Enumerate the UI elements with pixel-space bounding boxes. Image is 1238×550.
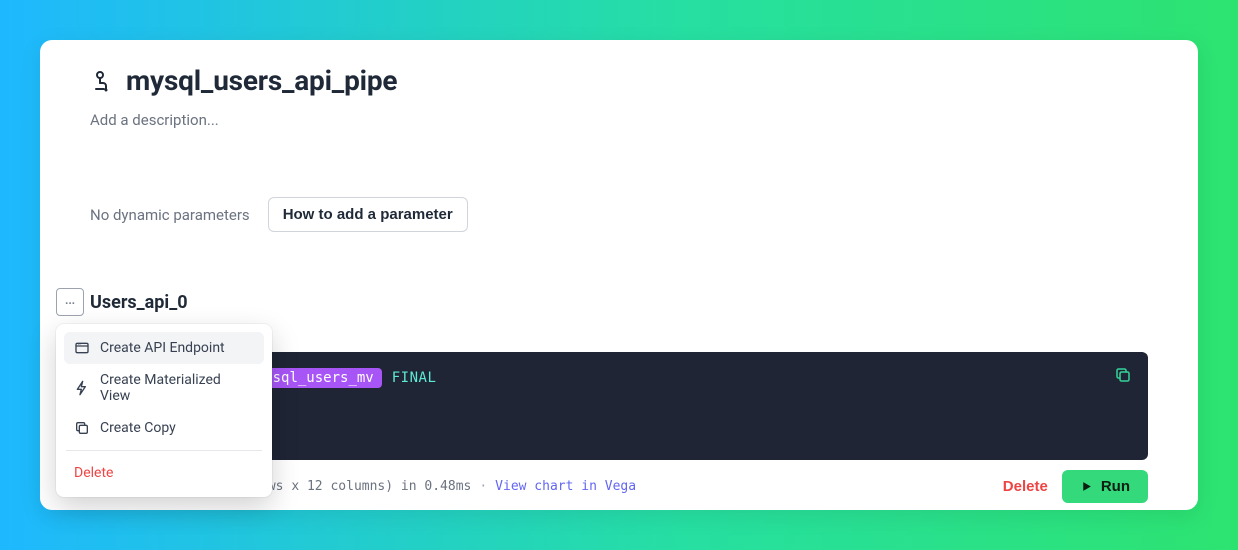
menu-create-copy[interactable]: Create Copy <box>64 412 264 444</box>
menu-item-label: Create API Endpoint <box>100 340 225 356</box>
menu-create-api-endpoint[interactable]: Create API Endpoint <box>64 332 264 364</box>
menu-separator <box>66 450 262 451</box>
sql-table-name: mysql_users_mv <box>256 370 374 386</box>
sql-keyword-final: FINAL <box>392 370 437 386</box>
menu-item-label: Create Materialized View <box>100 372 254 404</box>
no-params-text: No dynamic parameters <box>90 206 250 224</box>
lightning-icon <box>74 380 90 396</box>
browser-icon <box>74 340 90 356</box>
copy-icon <box>74 420 90 436</box>
description-input[interactable]: Add a description... <box>90 111 1148 129</box>
node-name[interactable]: Users_api_0 <box>90 292 188 313</box>
node-menu-button[interactable]: … <box>56 288 84 316</box>
menu-delete[interactable]: Delete <box>64 457 264 489</box>
node-header: … Users_api_0 <box>56 288 1148 316</box>
footer-actions: Delete Run <box>1003 470 1148 503</box>
pipe-title[interactable]: mysql_users_api_pipe <box>126 64 397 97</box>
pipe-icon <box>90 69 114 93</box>
node-context-menu: Create API Endpoint Create Materialized … <box>56 324 272 497</box>
play-icon <box>1080 480 1093 493</box>
view-chart-vega-link[interactable]: View chart in Vega <box>495 479 636 494</box>
pipe-editor-panel: mysql_users_api_pipe Add a description..… <box>40 40 1198 510</box>
copy-sql-button[interactable] <box>1114 366 1132 388</box>
run-label: Run <box>1101 478 1130 495</box>
header-row: mysql_users_api_pipe <box>90 64 1148 97</box>
delete-node-button[interactable]: Delete <box>1003 478 1048 495</box>
menu-item-label: Create Copy <box>100 420 176 436</box>
menu-create-materialized-view[interactable]: Create Materialized View <box>64 364 264 412</box>
node-area: … Users_api_0 here... Create API Endpoin… <box>56 288 1148 503</box>
how-to-add-param-button[interactable]: How to add a parameter <box>268 197 468 232</box>
separator: · <box>479 479 487 494</box>
params-row: No dynamic parameters How to add a param… <box>90 197 1148 232</box>
run-button[interactable]: Run <box>1062 470 1148 503</box>
